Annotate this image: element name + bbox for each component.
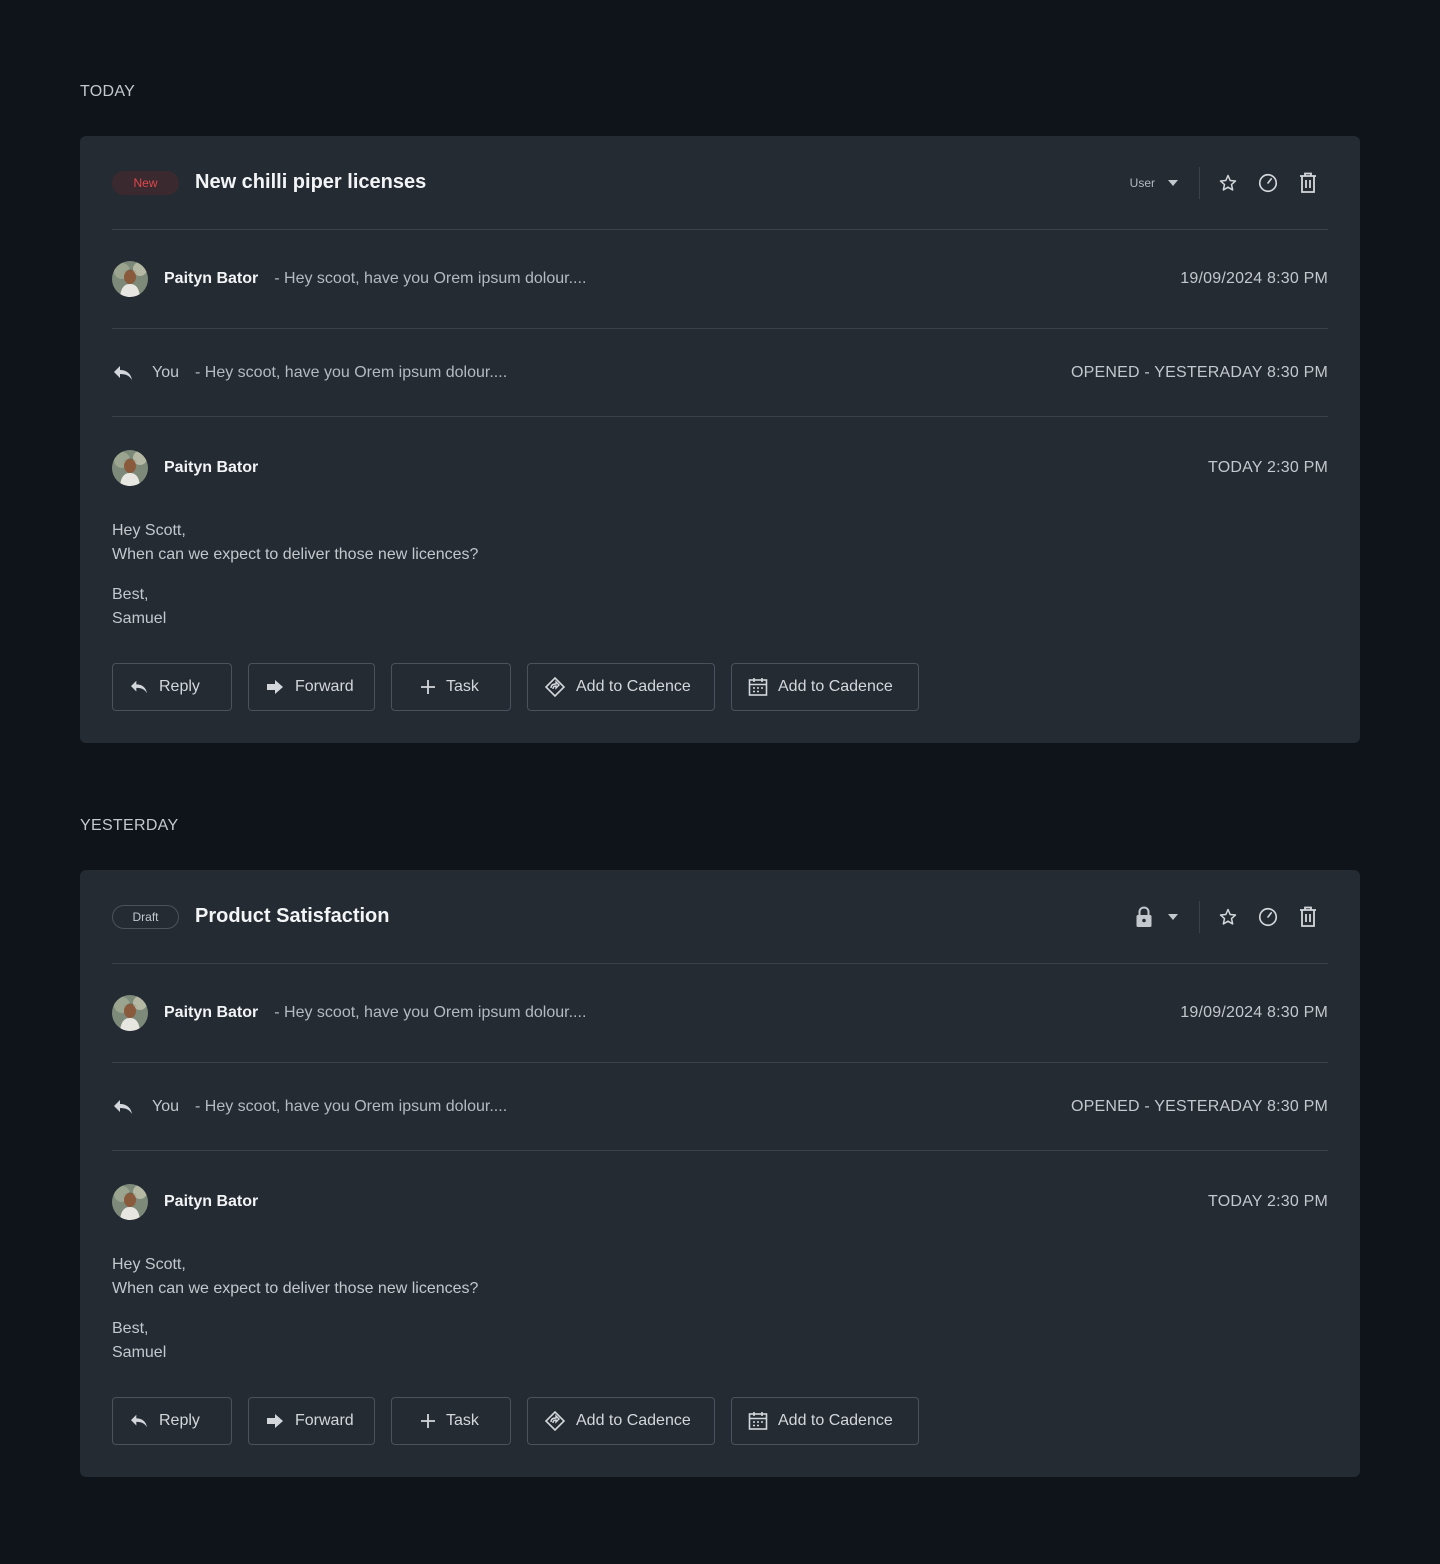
schedule-button-label: Add to Cadence (778, 1412, 893, 1429)
message-body: Hey Scott, When can we expect to deliver… (112, 1253, 1328, 1365)
section-label: YESTERDAY (80, 817, 179, 834)
star-icon[interactable] (1208, 167, 1248, 199)
calendar-icon (748, 1411, 768, 1431)
action-bar: Reply Forward Task Add to Cadence Add to… (112, 663, 1328, 743)
forward-icon (265, 679, 285, 695)
plus-icon (420, 679, 436, 695)
task-button-label: Task (446, 678, 479, 695)
schedule-cadence-button[interactable]: Add to Cadence (731, 663, 919, 711)
avatar (112, 261, 148, 297)
open-message-header: Paityn Bator TODAY 2:30 PM (112, 1151, 1328, 1253)
thread-subject: Product Satisfaction (195, 905, 390, 927)
owner-label: User (1129, 175, 1155, 190)
clock-icon[interactable] (1248, 167, 1288, 199)
body-signature: Samuel (112, 1344, 167, 1361)
schedule-button-label: Add to Cadence (778, 678, 893, 695)
plus-icon (420, 1413, 436, 1429)
trash-icon[interactable] (1288, 901, 1328, 933)
cadence-icon (544, 1410, 566, 1432)
trash-icon[interactable] (1288, 167, 1328, 199)
action-bar: Reply Forward Task Add to Cadence Add to… (112, 1397, 1328, 1477)
body-line: When can we expect to deliver those new … (112, 1280, 479, 1297)
section-label: TODAY (80, 83, 136, 100)
reply-button[interactable]: Reply (112, 1397, 232, 1445)
status-badge-new: New (112, 170, 179, 195)
reply-icon (112, 361, 136, 385)
message-timestamp: TODAY 2:30 PM (1208, 1193, 1328, 1210)
cadence-button-label: Add to Cadence (576, 678, 691, 695)
thread-subject: New chilli piper licenses (195, 171, 427, 193)
star-icon[interactable] (1208, 901, 1248, 933)
forward-button-label: Forward (295, 1412, 354, 1429)
thread-tools: User (1129, 166, 1328, 199)
add-to-cadence-button[interactable]: Add to Cadence (527, 663, 715, 711)
reply-icon (112, 1095, 136, 1119)
message-timestamp: 19/09/2024 8:30 PM (1180, 1004, 1328, 1021)
opened-status: OPENED - YESTERADAY 8:30 PM (1070, 1097, 1328, 1115)
body-signoff: Best, (112, 1320, 149, 1337)
avatar (112, 995, 148, 1031)
task-button-label: Task (446, 1412, 479, 1429)
sender-you: You (152, 1097, 179, 1115)
sender-you: You (152, 363, 179, 381)
message-timestamp: TODAY 2:30 PM (1208, 459, 1328, 476)
thread-section-yesterday: YESTERDAY (80, 816, 1360, 836)
thread-header: New New chilli piper licenses User (112, 136, 1328, 230)
reply-icon (129, 1413, 149, 1429)
visibility-dropdown[interactable] (1135, 900, 1200, 933)
open-message-header: Paityn Bator TODAY 2:30 PM (112, 417, 1328, 519)
sender-name: Paityn Bator (164, 459, 259, 476)
email-thread-card: Draft Product Satisfaction Paityn Bator … (80, 870, 1360, 1477)
status-badge-draft: Draft (112, 904, 179, 929)
thread-section-today: TODAY (80, 82, 1360, 102)
reply-button-label: Reply (159, 1412, 200, 1429)
thread-header: Draft Product Satisfaction (112, 870, 1328, 964)
chevron-down-icon (1167, 179, 1179, 187)
cadence-button-label: Add to Cadence (576, 1412, 691, 1429)
forward-button[interactable]: Forward (248, 663, 375, 711)
reply-icon (129, 679, 149, 695)
message-row[interactable]: Paityn Bator - Hey scoot, have you Orem … (112, 230, 1328, 329)
body-signature: Samuel (112, 610, 167, 627)
message-snippet: - Hey scoot, have you Orem ipsum dolour.… (274, 1004, 587, 1021)
reply-row[interactable]: You - Hey scoot, have you Orem ipsum dol… (112, 329, 1328, 417)
add-to-cadence-button[interactable]: Add to Cadence (527, 1397, 715, 1445)
opened-status: OPENED - YESTERADAY 8:30 PM (1070, 363, 1328, 381)
reply-row[interactable]: You - Hey scoot, have you Orem ipsum dol… (112, 1063, 1328, 1151)
sender-name: Paityn Bator (164, 270, 259, 287)
owner-dropdown[interactable]: User (1129, 166, 1200, 199)
avatar (112, 1184, 148, 1220)
calendar-icon (748, 677, 768, 697)
add-task-button[interactable]: Task (391, 663, 511, 711)
forward-icon (265, 1413, 285, 1429)
message-snippet: - Hey scoot, have you Orem ipsum dolour.… (195, 1097, 508, 1115)
add-task-button[interactable]: Task (391, 1397, 511, 1445)
sender-name: Paityn Bator (164, 1004, 259, 1021)
body-line: When can we expect to deliver those new … (112, 546, 479, 563)
message-row[interactable]: Paityn Bator - Hey scoot, have you Orem … (112, 964, 1328, 1063)
chevron-down-icon (1167, 913, 1179, 921)
cadence-icon (544, 676, 566, 698)
reply-button[interactable]: Reply (112, 663, 232, 711)
lock-icon (1135, 905, 1153, 928)
schedule-cadence-button[interactable]: Add to Cadence (731, 1397, 919, 1445)
clock-icon[interactable] (1248, 901, 1288, 933)
forward-button[interactable]: Forward (248, 1397, 375, 1445)
sender-name: Paityn Bator (164, 1193, 259, 1210)
thread-tools (1135, 900, 1328, 933)
message-snippet: - Hey scoot, have you Orem ipsum dolour.… (274, 270, 587, 287)
message-body: Hey Scott, When can we expect to deliver… (112, 519, 1328, 631)
email-thread-card: New New chilli piper licenses User Paity… (80, 136, 1360, 743)
message-snippet: - Hey scoot, have you Orem ipsum dolour.… (195, 363, 508, 381)
message-timestamp: 19/09/2024 8:30 PM (1180, 270, 1328, 287)
body-greeting: Hey Scott, (112, 1256, 186, 1273)
avatar (112, 450, 148, 486)
body-greeting: Hey Scott, (112, 522, 186, 539)
body-signoff: Best, (112, 586, 149, 603)
reply-button-label: Reply (159, 678, 200, 695)
forward-button-label: Forward (295, 678, 354, 695)
